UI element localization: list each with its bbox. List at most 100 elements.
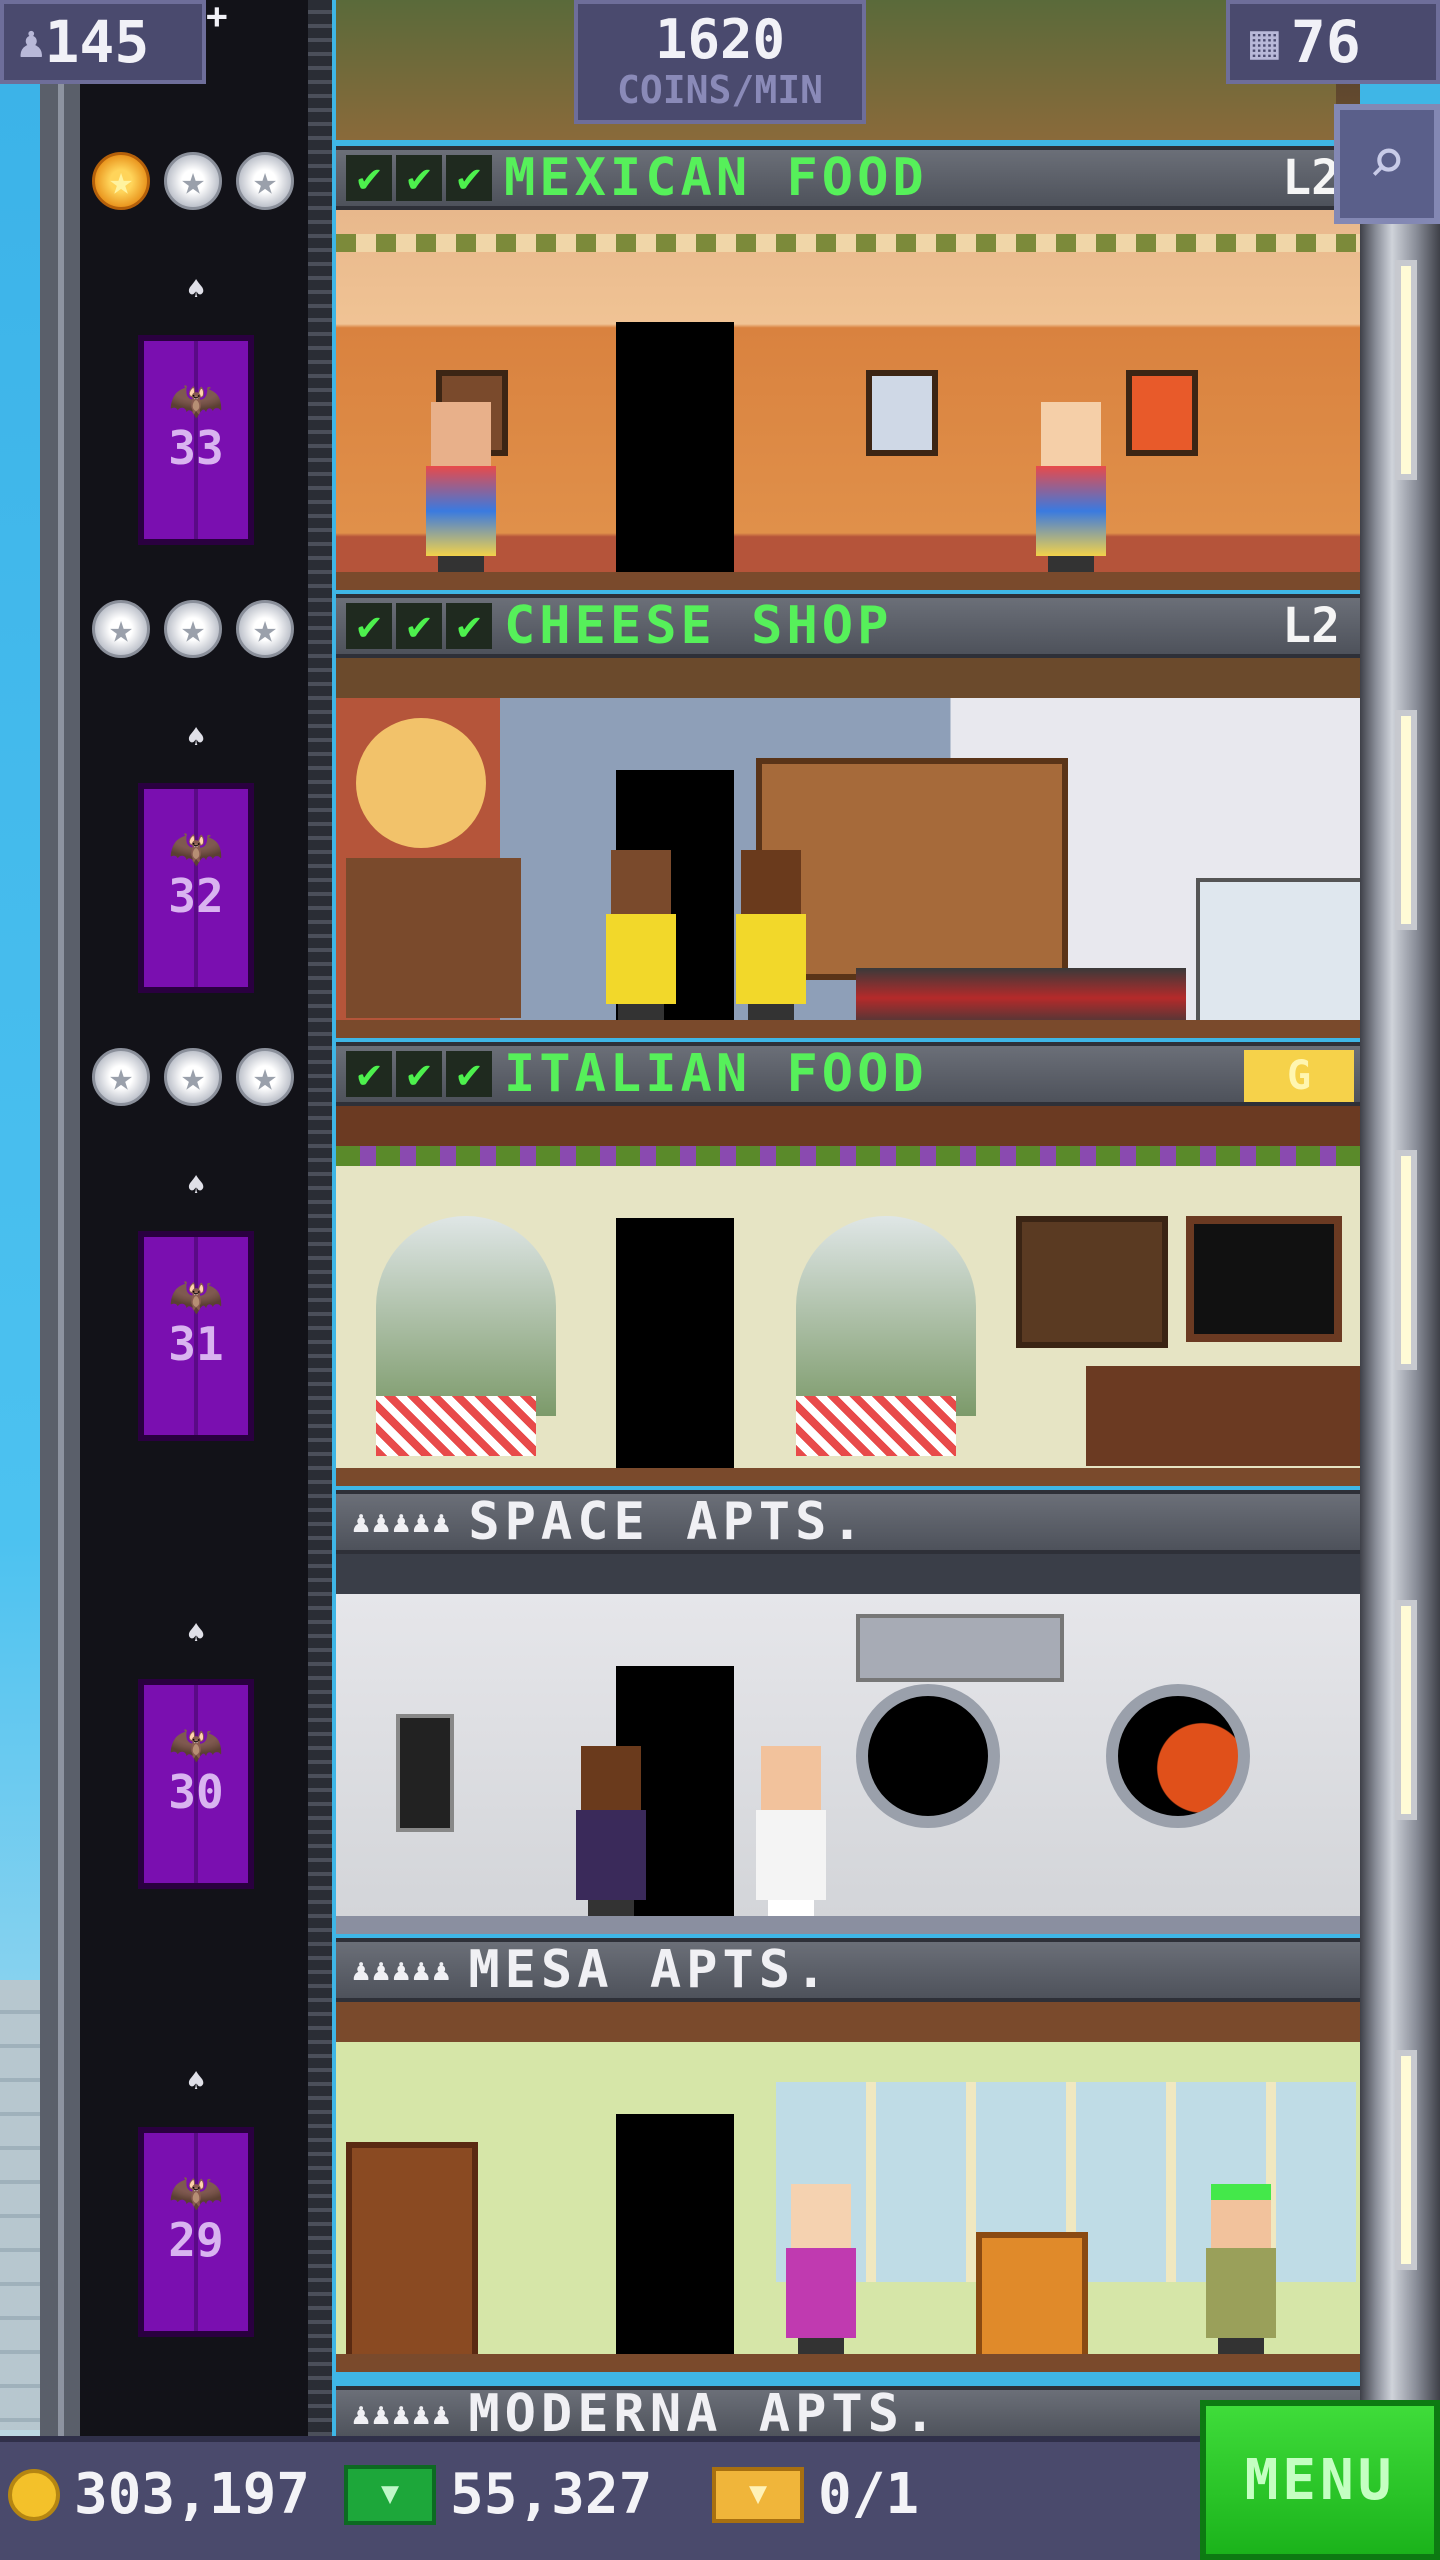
population-value: 145: [44, 8, 150, 76]
ceiling-beam: [336, 1554, 1360, 1594]
coin-icon: [8, 2468, 60, 2521]
floor-number: 29: [168, 2213, 224, 2267]
star-icon: ★: [236, 1048, 294, 1106]
floor-trim: [336, 1916, 1360, 1934]
floor-31-stars: ★ ★ ★: [92, 1048, 294, 1106]
bitizen-character[interactable]: [1026, 402, 1116, 572]
gold-level-badge[interactable]: G: [1244, 1050, 1354, 1102]
tickets-balance[interactable]: ▼ 0/1: [712, 2462, 919, 2527]
ticket-icon: ▼: [712, 2466, 804, 2523]
floor-banner-mexican-food[interactable]: ✔ ✔ ✔ MEXICAN FOOD L2: [336, 146, 1360, 210]
porthole-window: [1106, 1684, 1250, 1828]
stock-checks: ✔ ✔ ✔: [346, 603, 492, 649]
arched-window: [376, 1216, 556, 1416]
elevator-ornament-icon: ♠: [186, 2064, 206, 2099]
population-counter[interactable]: ♟ 145: [0, 0, 206, 84]
ceiling-beam: [336, 2002, 1360, 2042]
floor-trim: [336, 1020, 1360, 1038]
bitizen-character[interactable]: [776, 2184, 866, 2354]
floor-30-room[interactable]: [336, 1554, 1360, 1934]
ceiling-beam: [336, 1106, 1360, 1146]
floor-trim: [336, 2354, 1360, 2372]
dining-table: [796, 1396, 956, 1456]
check-icon: ✔: [346, 1051, 392, 1097]
cheese-shelf: [346, 858, 521, 1018]
floor-32-room[interactable]: [336, 658, 1360, 1038]
coins-value: 303,197: [74, 2462, 311, 2527]
wall-lamp: [1395, 1600, 1417, 1820]
floor-banner-italian-food[interactable]: ✔ ✔ ✔ ITALIAN FOOD G: [336, 1042, 1360, 1106]
floor-name: MODERNA APTS.: [468, 2384, 941, 2444]
star-icon: ★: [92, 152, 150, 210]
stock-checks: ✔ ✔ ✔: [346, 1051, 492, 1097]
floor-banner-space-apts[interactable]: ♟♟♟♟♟ SPACE APTS.: [336, 1490, 1360, 1554]
wine-rack: [1016, 1216, 1168, 1348]
star-icon: ★: [164, 152, 222, 210]
floor-name: ITALIAN FOOD: [504, 1044, 928, 1104]
building-icon: ▦: [1250, 14, 1279, 70]
room-doorway: [616, 1218, 734, 1468]
menu-button[interactable]: MENU: [1200, 2400, 1440, 2560]
bitizen-character[interactable]: [566, 1746, 656, 1916]
elevator-door-floor-31[interactable]: 🦇 31: [138, 1231, 254, 1441]
check-icon: ✔: [396, 1051, 442, 1097]
floor-number: 33: [168, 421, 224, 475]
dining-table: [376, 1396, 536, 1456]
elevator-door-floor-29[interactable]: 🦇 29: [138, 2127, 254, 2337]
distant-building: [0, 1980, 40, 2430]
bat-icon: 🦇: [168, 2167, 224, 2218]
ceiling-beam: [336, 658, 1360, 698]
bat-icon: 🦇: [168, 1271, 224, 1322]
arched-window: [796, 1216, 976, 1416]
check-icon: ✔: [396, 155, 442, 201]
display-case: [1196, 878, 1360, 1026]
bitizen-character[interactable]: [726, 850, 816, 1020]
room-doorway: [616, 322, 734, 572]
bitizen-character[interactable]: [1196, 2184, 1286, 2354]
floor-level: L2: [1282, 598, 1340, 654]
tower-left-wall: [40, 0, 80, 2440]
elevator-door-floor-32[interactable]: 🦇 32: [138, 783, 254, 993]
bitizen-character[interactable]: [746, 1746, 836, 1916]
floor-29-room[interactable]: [336, 2002, 1360, 2372]
population-plus[interactable]: +: [206, 0, 228, 37]
floor-number: 30: [168, 1765, 224, 1819]
elevator-ornament-icon: ♠: [186, 1616, 206, 1651]
floor-33-room[interactable]: [336, 210, 1360, 590]
coins-rate-label: COINS/MIN: [617, 68, 823, 112]
coins-balance[interactable]: 303,197: [8, 2462, 310, 2527]
floor-name: MEXICAN FOOD: [504, 148, 928, 208]
control-panel: [856, 1614, 1064, 1682]
elevator-ornament-icon: ♠: [186, 1168, 206, 1203]
floor-count[interactable]: ▦ 76: [1226, 0, 1440, 84]
floor-31-room[interactable]: [336, 1106, 1360, 1486]
star-icon: ★: [92, 600, 150, 658]
bitizen-character[interactable]: [596, 850, 686, 1020]
floor-33-stars: ★ ★ ★: [92, 152, 294, 210]
elevator-door-floor-30[interactable]: 🦇 30: [138, 1679, 254, 1889]
shop-counter: [856, 968, 1186, 1028]
star-icon: ★: [164, 1048, 222, 1106]
floor-number: 32: [168, 869, 224, 923]
bux-icon: ▼: [344, 2464, 436, 2525]
elevator-door-floor-33[interactable]: 🦇 33: [138, 335, 254, 545]
check-icon: ✔: [446, 155, 492, 201]
check-icon: ✔: [346, 603, 392, 649]
bux-value: 55,327: [450, 2462, 653, 2527]
star-icon: ★: [92, 1048, 150, 1106]
star-icon: ★: [236, 600, 294, 658]
top-hud: ♟ 145 + 1620 COINS/MIN ▦ 76: [0, 0, 1440, 140]
floor-name: SPACE APTS.: [468, 1492, 868, 1552]
bux-balance[interactable]: ▼ 55,327: [344, 2462, 652, 2527]
floor-banner-mesa-apts[interactable]: ♟♟♟♟♟ MESA APTS.: [336, 1938, 1360, 2002]
person-icon: ♟: [18, 16, 45, 68]
floor-name: MESA APTS.: [468, 1940, 832, 2000]
bitizen-character[interactable]: [416, 402, 506, 572]
floor-trim: [336, 572, 1360, 590]
tickets-value: 0/1: [818, 2462, 920, 2527]
floor-banner-cheese-shop[interactable]: ✔ ✔ ✔ CHEESE SHOP L2: [336, 594, 1360, 658]
check-icon: ✔: [396, 603, 442, 649]
bat-icon: 🦇: [168, 1719, 224, 1770]
wall-panel: [396, 1714, 454, 1832]
magnifier-icon[interactable]: ⌕: [1334, 104, 1440, 224]
